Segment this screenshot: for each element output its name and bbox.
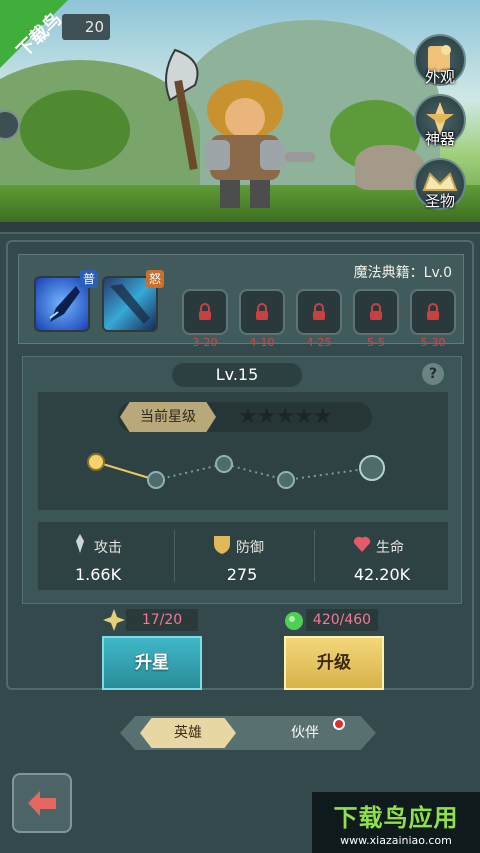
hero-character [165,48,315,208]
artifact-label: 神器 [424,130,455,148]
watermark-badge: 下载鸟 [0,0,68,68]
brand-watermark-url: www.xiazainiao.com [340,834,452,847]
unlock-requirement: 4-10 [249,336,275,349]
attack-value: 1.66K [74,565,122,584]
defense-icon [214,536,230,554]
hero-level: Lv.15 [172,363,302,387]
divider [314,530,315,582]
magic-book-level: 魔法典籍：Lv.0 [353,265,452,281]
level-cost: 420/460 [306,609,378,631]
brand-watermark-title: 下载鸟应用 [333,804,459,832]
divider [174,530,175,582]
lock-icon [199,303,211,320]
help-button[interactable]: ? [422,363,444,385]
unlock-requirement: 4-25 [306,336,332,349]
notification-dot [333,718,345,730]
rage-skill-tag: 怒 [146,270,164,288]
normal-skill-tag: 普 [80,270,98,288]
tree [20,90,130,170]
attack-icon [76,534,84,553]
life-label: 生命 [376,540,404,556]
appearance-label: 外观 [424,68,455,86]
relic-label: 圣物 [424,192,455,210]
star-node [277,471,295,489]
unlock-requirement: 5-30 [420,336,446,349]
lock-icon [313,303,325,320]
locked-skill-slot[interactable] [296,289,342,335]
star-cost: 17/20 [126,609,198,631]
current-star-label: 当前星级 [120,402,216,432]
back-button[interactable] [12,773,72,833]
attack-label: 攻击 [94,540,122,556]
star-node [215,455,233,473]
defense-label: 防御 [236,540,264,556]
lock-icon [427,303,439,320]
locked-skill-slot[interactable] [239,289,285,335]
tab-hero[interactable]: 英雄 [140,718,236,748]
exp-potion-icon [285,612,303,630]
locked-skill-slot[interactable] [353,289,399,335]
heart-icon [353,536,371,552]
unlock-requirement: 5-5 [367,336,385,349]
defense-value: 275 [226,565,258,584]
locked-skill-slot[interactable] [410,289,456,335]
star-up-button[interactable]: 升星 [102,636,202,690]
star-node-final [359,455,385,481]
life-value: 42.20K [353,565,411,584]
locked-skill-slot[interactable] [182,289,228,335]
panel-divider [0,222,480,234]
star-node [147,471,165,489]
star-rating: ★★★★★ [238,404,333,429]
tab-partner[interactable]: 伙伴 [270,718,340,748]
star-material-icon [103,609,125,631]
level-up-button[interactable]: 升级 [284,636,384,690]
back-arrow-icon [28,791,56,816]
lock-icon [370,303,382,320]
star-path-track [87,453,385,489]
star-node-active [87,453,105,471]
lock-icon [256,303,268,320]
unlock-requirement: 3-20 [192,336,218,349]
